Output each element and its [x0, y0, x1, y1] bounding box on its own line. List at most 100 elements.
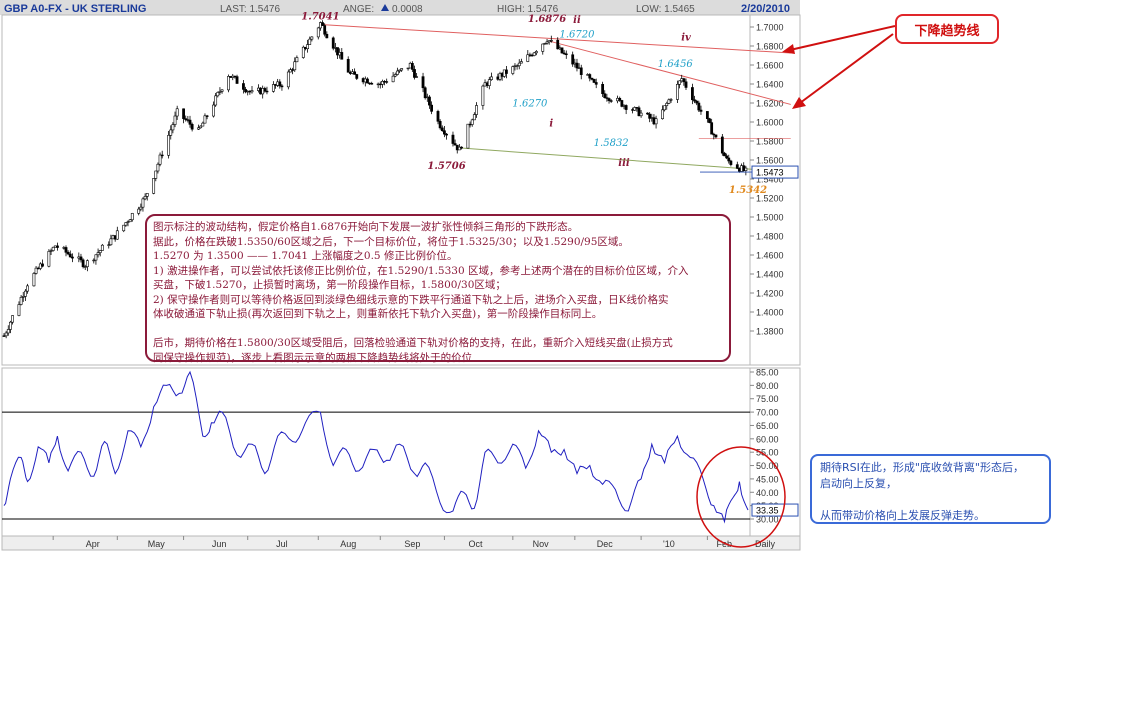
candle-body: [41, 263, 44, 267]
candle-body: [735, 164, 739, 169]
candle-body: [235, 76, 239, 84]
candle: [152, 178, 156, 195]
candle-body: [705, 111, 709, 120]
candle-body: [278, 81, 282, 87]
date-label: 2/20/2010: [741, 3, 790, 15]
price-annotation: iii: [618, 158, 630, 169]
candle: [100, 243, 104, 251]
candle-body: [575, 62, 579, 69]
note-line: 买盘，下破1.5270，止损暂时离场，第一阶段操作目标，1.5800/30区域；: [153, 279, 506, 291]
candle-body: [400, 68, 404, 71]
price-tick-label: 1.5000: [756, 213, 784, 223]
candle-body: [94, 254, 98, 261]
candle-body: [691, 87, 694, 101]
candle: [32, 272, 36, 287]
candle-body: [340, 52, 344, 60]
rsi-note-line: 从而带动价格向上发展反弹走势。: [820, 509, 985, 522]
candle-body: [188, 119, 192, 125]
candle-body: [355, 74, 359, 79]
candle-body: [115, 230, 119, 240]
price-tick-label: 1.4800: [756, 232, 784, 242]
price-annotation: 1.7041: [301, 11, 339, 22]
candle-body: [331, 37, 335, 49]
candle-body: [639, 112, 643, 117]
candle-body: [353, 71, 357, 75]
price-tick-label: 1.4200: [756, 289, 784, 299]
candle-body: [9, 321, 12, 330]
candle-body: [708, 118, 711, 123]
rsi-tick-label: 70.00: [756, 408, 779, 418]
month-label: '10: [663, 539, 675, 549]
candle-body: [505, 69, 508, 74]
candle-body: [601, 84, 605, 95]
note-line: 后市，期待价格在1.5800/30区域受阻后，回落检验通道下轨对价格的支持，在此…: [153, 337, 673, 349]
price-tick-label: 1.3800: [756, 327, 784, 337]
candle-body: [182, 108, 185, 119]
candle-body: [220, 89, 224, 92]
candle-body: [564, 53, 568, 56]
candle-body: [519, 61, 523, 64]
candle-body: [669, 99, 673, 101]
note-line: 1.5270 为 1.3500 —— 1.7041 上涨幅度之0.5 修正比例价…: [153, 250, 458, 262]
candle-body: [460, 146, 463, 149]
candle-body: [56, 245, 59, 248]
candle-body: [571, 54, 575, 65]
candle-body: [51, 246, 55, 251]
note-line: 1) 激进操作者，可以尝试依托该修正比例价位，在1.5290/1.5330 区域…: [153, 264, 689, 277]
candle-body: [124, 222, 128, 226]
candle-body: [64, 247, 68, 253]
month-label: Oct: [468, 539, 483, 549]
candle-body: [517, 62, 521, 67]
low-label: LOW: 1.5465: [636, 4, 695, 15]
last-price-value: 1.5473: [756, 168, 784, 178]
candle: [720, 133, 724, 156]
candle-body: [227, 76, 230, 91]
candle-body: [79, 256, 83, 261]
candle-body: [160, 154, 164, 157]
candle-body: [438, 121, 442, 129]
candle-body: [295, 57, 299, 63]
candle-body: [98, 250, 102, 253]
price-tick-label: 1.6000: [756, 118, 784, 128]
candle-body: [167, 135, 171, 156]
candle-body: [11, 315, 14, 323]
month-label: Sep: [404, 539, 420, 549]
candle-body: [725, 155, 729, 159]
candle-body: [720, 136, 724, 154]
candle-body: [676, 84, 679, 100]
candle-body: [370, 83, 374, 85]
candle-body: [214, 95, 218, 106]
candle-body: [321, 22, 324, 26]
candle-body: [143, 196, 147, 200]
candle-body: [205, 115, 209, 117]
chart-header: GBP A0-FX - UK STERLING LAST: 1.5476 ANG…: [0, 0, 800, 15]
price-tick-label: 1.7000: [756, 23, 784, 33]
candle-body: [594, 82, 598, 85]
candle-body: [26, 285, 29, 292]
candle-body: [325, 33, 329, 39]
candle-body: [609, 100, 613, 102]
candle: [466, 123, 470, 149]
candle-body: [286, 71, 290, 88]
change-label: ANGE:: [343, 4, 374, 15]
note-line: [153, 322, 723, 337]
candle-body: [154, 170, 158, 179]
candle-body: [603, 93, 607, 98]
candle-body: [481, 85, 485, 106]
price-tick-label: 1.5600: [756, 156, 784, 166]
price-tick-label: 1.5800: [756, 137, 784, 147]
candle-body: [323, 25, 327, 35]
candle-body: [490, 76, 493, 80]
candle-body: [440, 127, 444, 131]
candle: [122, 224, 126, 233]
candle-body: [171, 124, 175, 131]
candle-body: [744, 167, 748, 171]
candle-body: [47, 251, 51, 267]
candle-body: [6, 329, 10, 334]
candle-body: [96, 252, 100, 256]
candle-body: [32, 273, 36, 287]
rsi-tick-label: 65.00: [756, 421, 779, 431]
candle-body: [68, 253, 72, 258]
price-annotation: 1.6876: [528, 14, 566, 25]
candle-body: [511, 66, 515, 74]
